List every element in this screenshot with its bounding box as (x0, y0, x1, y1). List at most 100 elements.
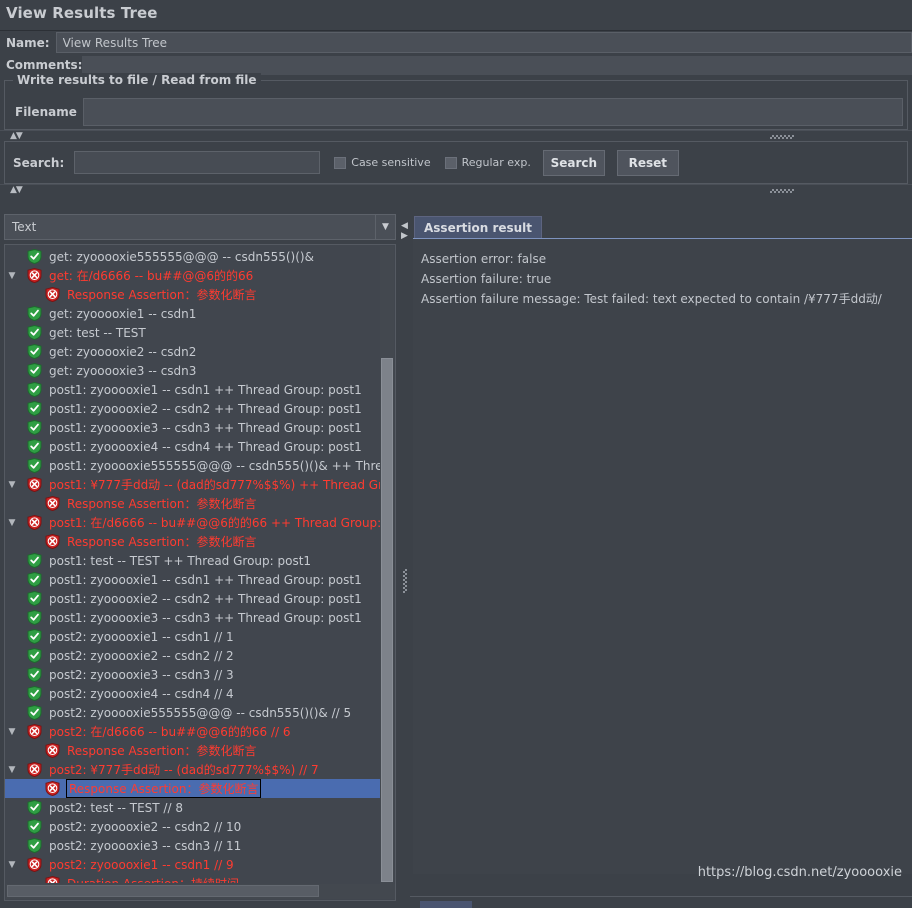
reset-button[interactable]: Reset (616, 149, 679, 176)
tree-row[interactable]: post2: zyooooxie2 -- csdn2 // 10 (5, 817, 381, 836)
regular-exp-checkbox[interactable]: Regular exp. (444, 156, 531, 169)
tree-row-label: post2: zyooooxie1 -- csdn1 // 1 (49, 629, 234, 644)
tree-row-label: get: zyooooxie3 -- csdn3 (49, 363, 197, 378)
comments-input[interactable] (82, 55, 912, 75)
tree-row[interactable]: post2: zyooooxie1 -- csdn1 // 1 (5, 627, 381, 646)
tree-row[interactable]: post1: zyooooxie1 -- csdn1 ++ Thread Gro… (5, 570, 381, 589)
results-tree[interactable]: get: zyooooxie555555@@@ -- csdn555()()& ▼… (4, 244, 396, 901)
tree-row[interactable]: post2: zyooooxie3 -- csdn3 // 11 (5, 836, 381, 855)
tree-row[interactable]: post2: zyooooxie2 -- csdn2 // 2 (5, 646, 381, 665)
name-input[interactable] (55, 32, 912, 53)
splitter-right-arrow-icon[interactable]: ▶ (401, 232, 409, 241)
tree-row[interactable]: Response Assertion：参数化断言 (5, 285, 381, 304)
case-sensitive-checkbox[interactable]: Case sensitive (334, 156, 431, 169)
renderer-select[interactable]: Text ▼ (4, 214, 396, 240)
success-shield-icon (27, 325, 43, 340)
tree-row-label: post2: ¥777手dd动 -- (dad的sd777%$$%) // 7 (49, 763, 319, 777)
tree-row-label: post1: zyooooxie1 -- csdn1 ++ Thread Gro… (49, 382, 362, 397)
checkbox-icon[interactable] (444, 156, 457, 169)
tree-row[interactable]: post2: test -- TEST // 8 (5, 798, 381, 817)
tree-row[interactable]: get: zyooooxie2 -- csdn2 (5, 342, 381, 361)
failure-shield-icon (27, 762, 43, 777)
tree-row[interactable]: get: zyooooxie3 -- csdn3 (5, 361, 381, 380)
checkbox-icon[interactable] (334, 156, 347, 169)
tree-row-label: Response Assertion：参数化断言 (65, 779, 262, 798)
tree-row[interactable]: get: test -- TEST (5, 323, 381, 342)
tree-vertical-scrollbar[interactable] (380, 246, 394, 884)
success-shield-icon (27, 705, 43, 720)
tree-row[interactable]: get: zyooooxie555555@@@ -- csdn555()()& (5, 247, 381, 266)
tree-row[interactable]: Response Assertion：参数化断言 (5, 741, 381, 760)
write-results-groupbox: Write results to file / Read from file F… (4, 73, 908, 130)
expand-toggle-icon[interactable]: ▼ (5, 860, 19, 870)
bottom-tab-partial[interactable] (420, 901, 472, 908)
tree-row[interactable]: post1: zyooooxie3 -- csdn3 ++ Thread Gro… (5, 608, 381, 627)
tree-row-label: post1: zyooooxie1 -- csdn1 ++ Thread Gro… (49, 572, 362, 587)
tree-row[interactable]: get: zyooooxie1 -- csdn1 (5, 304, 381, 323)
expand-toggle-icon[interactable]: ▼ (5, 518, 19, 528)
tree-row[interactable]: post1: zyooooxie2 -- csdn2 ++ Thread Gro… (5, 399, 381, 418)
tree-row[interactable]: post2: zyooooxie4 -- csdn4 // 4 (5, 684, 381, 703)
filename-label: Filename (15, 105, 77, 119)
tree-row[interactable]: Response Assertion：参数化断言 (5, 779, 381, 798)
tab-assertion-result[interactable]: Assertion result (414, 216, 543, 238)
success-shield-icon (27, 249, 43, 264)
search-button[interactable]: Search (542, 149, 605, 176)
splitter-top[interactable]: ▲▼ (0, 130, 912, 141)
assertion-failure-message-line: Assertion failure message: Test failed: … (421, 292, 882, 306)
tree-row[interactable]: post1: zyooooxie555555@@@ -- csdn555()()… (5, 456, 381, 475)
vertical-splitter-grip-icon[interactable] (403, 569, 407, 593)
tree-row-label: post1: ¥777手dd动 -- (dad的sd777%$$%) ++ Th… (49, 478, 381, 492)
tree-row[interactable]: post1: zyooooxie1 -- csdn1 ++ Thread Gro… (5, 380, 381, 399)
failure-shield-icon (27, 724, 43, 739)
assertion-failure-line: Assertion failure: true (421, 272, 552, 286)
expand-toggle-icon[interactable]: ▼ (5, 480, 19, 490)
tree-row[interactable]: ▼ post1: ¥777手dd动 -- (dad的sd777%$$%) ++ T… (5, 475, 381, 494)
search-panel: Search: Case sensitive Regular exp. Sear… (4, 141, 908, 184)
tree-row-label: Duration Assertion：持续时间 (67, 875, 239, 883)
chevron-down-icon[interactable]: ▼ (375, 215, 395, 239)
success-shield-icon (27, 306, 43, 321)
failure-shield-icon (45, 287, 61, 302)
tree-vertical-scroll-thumb[interactable] (381, 358, 393, 882)
splitter-grip-icon[interactable] (770, 189, 794, 193)
splitter-left-arrow-icon[interactable]: ◀ (401, 222, 409, 231)
expand-toggle-icon[interactable]: ▼ (5, 727, 19, 737)
tree-row[interactable]: ▼ get: 在/d6666 -- bu##@@6的的66 (5, 266, 381, 285)
view-results-tree-window: View Results Tree Name: Comments: Write … (0, 0, 912, 908)
comments-label: Comments: (6, 58, 83, 72)
tree-row[interactable]: post1: test -- TEST ++ Thread Group: pos… (5, 551, 381, 570)
failure-shield-icon (27, 477, 43, 492)
filename-input[interactable] (82, 98, 903, 126)
success-shield-icon (27, 648, 43, 663)
tree-horizontal-scrollbar[interactable] (6, 884, 395, 899)
splitter-arrows-icon[interactable]: ▲▼ (10, 186, 23, 195)
tab-assertion-result-label: Assertion result (424, 220, 533, 235)
tree-row[interactable]: post1: zyooooxie4 -- csdn4 ++ Thread Gro… (5, 437, 381, 456)
tree-row-label: post2: test -- TEST // 8 (49, 800, 183, 815)
write-results-groupbox-title: Write results to file / Read from file (13, 73, 261, 87)
tree-row[interactable]: ▼ post2: zyooooxie1 -- csdn1 // 9 (5, 855, 381, 874)
tree-row[interactable]: Response Assertion：参数化断言 (5, 532, 381, 551)
tree-row[interactable]: ▼ post1: 在/d6666 -- bu##@@6的的66 ++ Thread… (5, 513, 381, 532)
splitter-grip-icon[interactable] (770, 135, 794, 139)
expand-toggle-icon[interactable]: ▼ (5, 765, 19, 775)
expand-toggle-icon[interactable]: ▼ (5, 271, 19, 281)
splitter-middle[interactable]: ▲▼ (0, 184, 912, 195)
tree-row[interactable]: post1: zyooooxie3 -- csdn3 ++ Thread Gro… (5, 418, 381, 437)
tree-horizontal-scroll-thumb[interactable] (7, 885, 319, 897)
splitter-arrows-icon[interactable]: ▲▼ (10, 132, 23, 141)
vertical-splitter[interactable]: ◀ ▶ (400, 214, 410, 902)
renderer-select-value: Text (12, 220, 37, 234)
tree-row[interactable]: post2: zyooooxie3 -- csdn3 // 3 (5, 665, 381, 684)
tree-row[interactable]: Response Assertion：参数化断言 (5, 494, 381, 513)
tree-row[interactable]: Duration Assertion：持续时间 (5, 874, 381, 883)
right-pane: Assertion result Assertion error: false … (410, 214, 912, 902)
tree-row[interactable]: ▼ post2: 在/d6666 -- bu##@@6的的66 // 6 (5, 722, 381, 741)
tree-row[interactable]: post2: zyooooxie555555@@@ -- csdn555()()… (5, 703, 381, 722)
tree-row[interactable]: post1: zyooooxie2 -- csdn2 ++ Thread Gro… (5, 589, 381, 608)
tree-row[interactable]: ▼ post2: ¥777手dd动 -- (dad的sd777%$$%) // 7 (5, 760, 381, 779)
tree-row-label: post2: zyooooxie2 -- csdn2 // 2 (49, 648, 234, 663)
tree-row-label: post2: zyooooxie1 -- csdn1 // 9 (49, 857, 234, 872)
search-input[interactable] (74, 151, 321, 174)
